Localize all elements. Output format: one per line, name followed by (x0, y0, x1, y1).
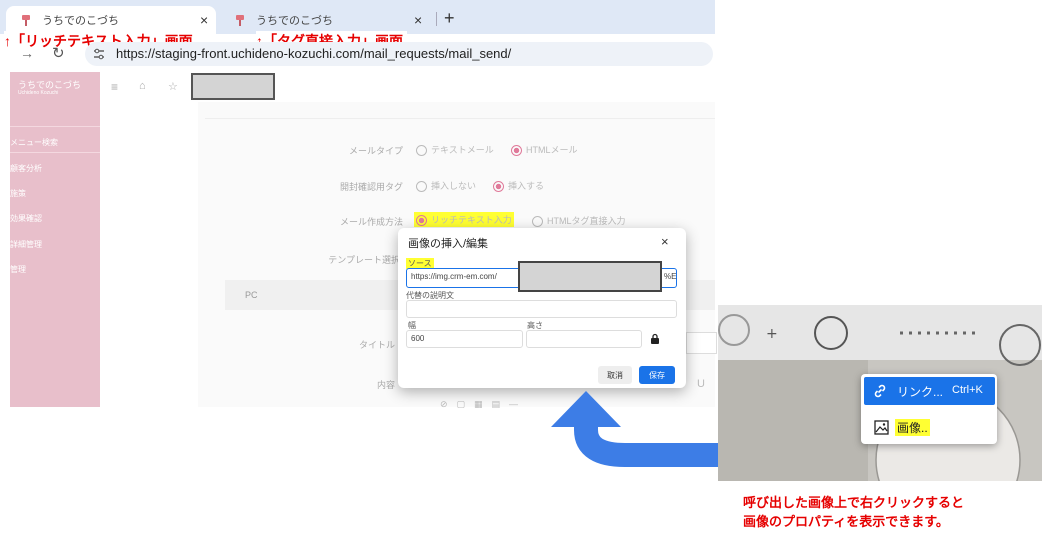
svg-text:+: + (766, 326, 778, 342)
sidebar-item-measures[interactable]: 施策 (10, 188, 26, 199)
tag-insert-yes-radio[interactable]: 挿入する (493, 179, 544, 193)
new-tab-icon[interactable]: + (444, 8, 455, 29)
redacted-box (191, 73, 275, 100)
tab-close-icon[interactable]: × (200, 12, 208, 28)
tab-title: うちでのこづち (42, 15, 119, 27)
tag-insert-no-radio[interactable]: 挿入しない (416, 179, 476, 193)
sidebar-item-management[interactable]: 管理 (10, 264, 26, 275)
cancel-button[interactable]: 取消 (598, 366, 632, 384)
content-divider (205, 118, 715, 119)
hamburger-menu-icon[interactable]: ≡ (111, 80, 118, 94)
tab-divider (436, 12, 437, 26)
sidebar-item-menu-search[interactable]: メニュー検索 (10, 137, 58, 148)
height-input[interactable] (526, 330, 642, 348)
forward-icon[interactable]: → (20, 45, 34, 61)
alt-text-input[interactable] (406, 300, 677, 318)
sidebar-item-customer-analysis[interactable]: 顧客分析 (10, 163, 42, 174)
body-label: 内容 (376, 380, 395, 390)
note-line-1: 呼び出した画像上で右クリックすると (743, 495, 965, 510)
method-label: メール作成方法 (339, 217, 403, 227)
dialog-close-icon[interactable]: × (661, 234, 669, 249)
context-menu-image-item[interactable]: 画像.. (895, 419, 930, 436)
save-button[interactable]: 保存 (639, 366, 675, 384)
sidebar-item-detail-management[interactable]: 詳細管理 (10, 239, 42, 250)
method-html-tag-radio[interactable]: HTMLタグ直接入力 (532, 214, 626, 228)
sidebar-divider (10, 152, 100, 153)
site-settings-icon[interactable] (92, 47, 106, 61)
link-icon (874, 384, 886, 398)
sidebar-item-effect-check[interactable]: 効果確認 (10, 213, 42, 224)
title-label: タイトル (358, 340, 395, 350)
mail-type-text-radio[interactable]: テキストメール (416, 143, 494, 157)
title-input-edge[interactable] (686, 332, 717, 354)
mail-type-html-radio[interactable]: HTMLメール (511, 143, 578, 157)
image-icon (874, 420, 889, 435)
url-text: https://staging-front.uchideno-kozuchi.c… (116, 46, 512, 61)
mallet-favicon-icon (22, 15, 30, 26)
redacted-box (518, 261, 662, 292)
tab-pc[interactable]: PC (245, 290, 258, 300)
mallet-favicon-icon (236, 15, 244, 26)
method-rich-text-radio[interactable]: リッチテキスト入力 (414, 212, 514, 228)
tab-close-icon[interactable]: × (414, 12, 422, 28)
source-suffix: %E (664, 272, 677, 281)
app-logo-sub: Uchideno Kozuchi (18, 90, 59, 96)
reload-icon[interactable]: ↻ (52, 44, 65, 62)
open-tag-label: 開封確認用タグ (339, 182, 403, 192)
lock-icon[interactable] (650, 333, 660, 345)
note-line-2: 画像のプロパティを表示できます。 (743, 514, 949, 529)
sidebar-divider (10, 126, 100, 127)
source-value: https://img.crm-em.com/ (411, 272, 497, 281)
browser-tab-inactive[interactable]: うちでのこづち × (220, 6, 435, 34)
app-left-column (100, 102, 199, 407)
link-menu-label: リンク... (897, 385, 944, 399)
link-shortcut: Ctrl+K (952, 384, 983, 396)
browser-tab-active[interactable]: うちでのこづち × (6, 6, 216, 34)
width-value: 600 (411, 334, 425, 343)
mail-type-label: メールタイプ (348, 146, 403, 156)
template-label: テンプレート選択 (328, 255, 400, 265)
star-icon[interactable]: ☆ (168, 80, 178, 93)
tab-title: うちでのこづち (256, 15, 333, 27)
dialog-title: 画像の挿入/編集 (408, 238, 489, 250)
home-icon[interactable]: ⌂ (139, 80, 146, 92)
width-input[interactable]: 600 (406, 330, 523, 348)
curved-arrow-icon (551, 391, 718, 467)
editor-toolbar-icons[interactable]: ⊘▢▦▤— (440, 399, 527, 410)
